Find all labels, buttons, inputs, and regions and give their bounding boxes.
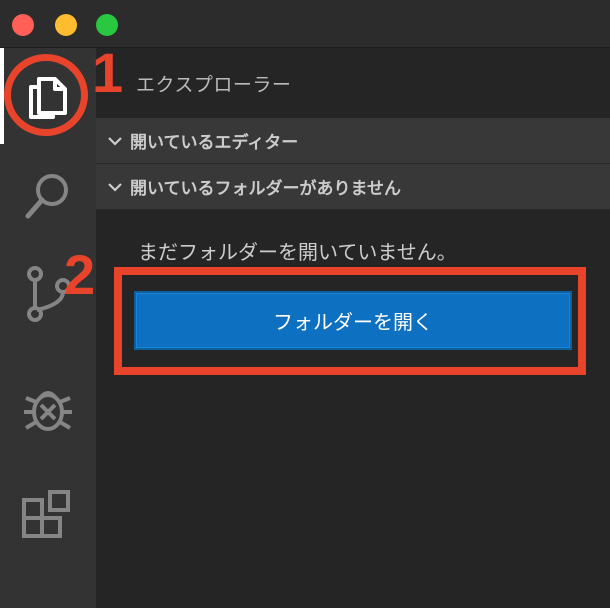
extensions-icon [22, 490, 70, 538]
activity-extensions[interactable] [0, 468, 96, 564]
section-open-editors[interactable]: 開いているエディター [96, 118, 610, 164]
section-no-folder[interactable]: 開いているフォルダーがありません [96, 164, 610, 210]
annotation-step-2: 2 [64, 243, 96, 306]
chevron-down-icon [100, 118, 130, 164]
debug-icon [24, 391, 72, 431]
annotation-rect-open-folder [114, 267, 586, 375]
minimize-window-button[interactable] [55, 14, 77, 36]
vscode-window: エクスプローラー 開いているエディター 開いているフォルダーがありません まだフ… [0, 0, 610, 608]
activity-search[interactable] [0, 148, 96, 244]
activity-debug[interactable] [0, 360, 96, 456]
chevron-down-icon [100, 164, 130, 210]
zoom-window-button[interactable] [96, 14, 118, 36]
search-icon [25, 174, 68, 219]
no-folder-message: まだフォルダーを開いていません。 [138, 240, 457, 264]
section-open-editors-label: 開いているエディター [130, 133, 299, 153]
close-window-button[interactable] [12, 14, 34, 36]
section-no-folder-label: 開いているフォルダーがありません [130, 179, 401, 199]
sidebar-title: エクスプローラー [136, 74, 292, 96]
annotation-step-1: 1 [92, 41, 124, 104]
annotation-circle-explorer [4, 54, 88, 136]
